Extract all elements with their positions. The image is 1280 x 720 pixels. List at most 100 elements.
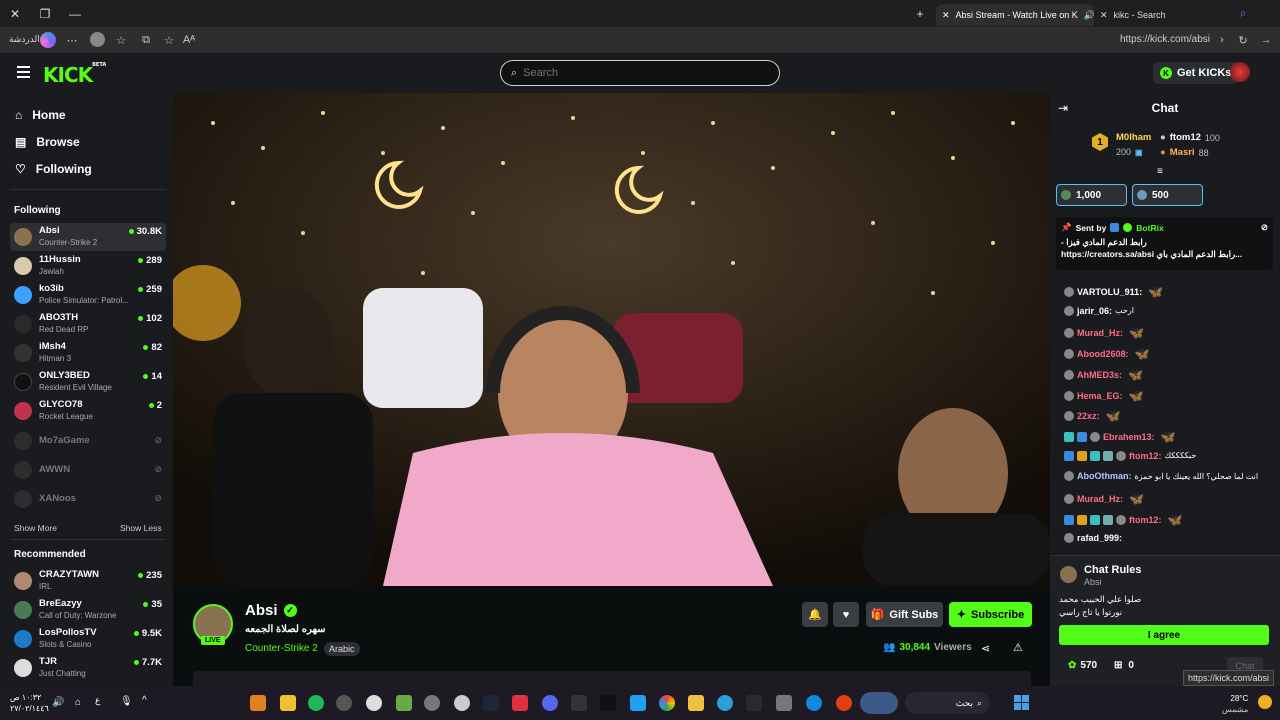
sidebar-channel-only3bed[interactable]: ONLY3BED Resident Evil Village 14 bbox=[10, 368, 166, 396]
back-icon[interactable]: → bbox=[1258, 32, 1274, 48]
chat-username[interactable]: AhMED3s: bbox=[1077, 370, 1122, 380]
sidebar-channel-ko3ib[interactable]: ko3ib Police Simulator: Patrol... 259 bbox=[10, 281, 166, 309]
search-tab-icon[interactable]: ⌕ bbox=[1228, 0, 1258, 27]
sidebar-channel-glyco78[interactable]: GLYCO78 Rocket League 2 bbox=[10, 397, 166, 425]
chat-message[interactable]: jarir_06: ارحب bbox=[1064, 305, 1134, 316]
settings-icon[interactable] bbox=[454, 695, 470, 711]
chatgpt-icon[interactable] bbox=[366, 695, 382, 711]
app-icon[interactable] bbox=[250, 695, 266, 711]
discord-icon[interactable] bbox=[542, 695, 558, 711]
app-icon[interactable] bbox=[336, 695, 352, 711]
network-icon[interactable]: ⌂ bbox=[75, 697, 81, 708]
show-less-link[interactable]: Show Less bbox=[120, 523, 162, 533]
input-language[interactable]: ع bbox=[95, 695, 100, 706]
app-icon[interactable] bbox=[746, 695, 762, 711]
file-explorer-icon[interactable] bbox=[688, 695, 704, 711]
chat-message[interactable]: Murad_Hz: 🦋 bbox=[1064, 326, 1144, 340]
chat-message[interactable]: ftom12: 🦋 bbox=[1064, 513, 1182, 527]
kicks-balance[interactable]: ✿ 570 bbox=[1068, 660, 1097, 671]
tab-absi-stream[interactable]: ✕ Absi Stream - Watch Live on K 🔊 K bbox=[936, 4, 1094, 26]
tray-expand-icon[interactable]: ^ bbox=[142, 695, 147, 706]
stream-category-link[interactable]: Counter-Strike 2 bbox=[245, 643, 318, 654]
chat-username[interactable]: AboOthman: bbox=[1077, 471, 1132, 481]
chat-username[interactable]: Hema_EG: bbox=[1077, 391, 1123, 401]
epic-games-icon[interactable] bbox=[571, 695, 587, 711]
notification-bell-button[interactable]: 🔔 bbox=[802, 602, 828, 627]
app-icon[interactable] bbox=[280, 695, 296, 711]
sidebar-channel-imsh4[interactable]: iMsh4 Hitman 3 82 bbox=[10, 339, 166, 367]
hamburger-menu-icon[interactable] bbox=[17, 66, 30, 78]
leaderboard-entry[interactable]: ● ftom12 100 bbox=[1160, 132, 1220, 143]
agree-button[interactable]: I agree bbox=[1059, 625, 1269, 645]
gift-count[interactable]: ⊞ 0 bbox=[1114, 660, 1134, 671]
chat-message[interactable]: 22xz: 🦋 bbox=[1064, 409, 1120, 423]
chat-username[interactable]: Ebrahem13: bbox=[1103, 432, 1155, 442]
spotify-icon[interactable] bbox=[308, 695, 324, 711]
chat-username[interactable]: Murad_Hz: bbox=[1077, 328, 1123, 338]
close-window-icon[interactable]: ✕ bbox=[0, 0, 30, 27]
app-icon[interactable] bbox=[836, 695, 852, 711]
leaderboard-entry[interactable]: ● Masri 88 bbox=[1160, 147, 1209, 158]
more-icon[interactable]: ⋯ bbox=[64, 32, 80, 48]
read-aloud-icon[interactable]: Aᴬ bbox=[181, 32, 197, 48]
sidebar-channel-lospollostv[interactable]: LosPollosTV Slots & Casino 9.5K bbox=[10, 625, 166, 653]
twitter-icon[interactable] bbox=[630, 695, 646, 711]
streamer-name[interactable]: Absi ✓ bbox=[245, 602, 297, 619]
edge-icon[interactable] bbox=[806, 695, 822, 711]
taskbar-clock[interactable]: ١٠:٣٢ ص ٢٧/٠٢/١٤٤٦ bbox=[10, 692, 49, 714]
expand-leaderboard-icon[interactable]: ≡ bbox=[1157, 166, 1163, 177]
telegram-icon[interactable] bbox=[717, 695, 733, 711]
kick-gift-pill[interactable]: 1,000 bbox=[1056, 184, 1127, 206]
chat-username[interactable]: ftom12: bbox=[1129, 515, 1162, 525]
volume-icon[interactable]: 🔊 bbox=[52, 697, 64, 708]
sidebar-channel-crazytawn[interactable]: CRAZYTAWN IRL 235 bbox=[10, 567, 166, 595]
sidebar-channel-breeazyy[interactable]: BreEazyy Call of Duty: Warzone 35 bbox=[10, 596, 166, 624]
app-icon[interactable] bbox=[396, 695, 412, 711]
chat-username[interactable]: Murad_Hz: bbox=[1077, 494, 1123, 504]
chat-message[interactable]: AboOthman: انت لما صحلي؟ الله يعينك يا اب… bbox=[1064, 471, 1258, 482]
share-icon[interactable]: ⋖ bbox=[981, 642, 990, 655]
chat-username[interactable]: jarir_06: bbox=[1077, 306, 1112, 316]
chat-username[interactable]: ftom12: bbox=[1129, 451, 1162, 461]
app-icon[interactable] bbox=[776, 695, 792, 711]
sidebar-channel-11hussin[interactable]: 11Hussin Jawlah 289 bbox=[10, 252, 166, 280]
steam-icon[interactable] bbox=[483, 695, 499, 711]
subscribe-button[interactable]: ✦ Subscribe bbox=[949, 602, 1032, 627]
widgets-icon[interactable] bbox=[860, 692, 898, 714]
tab-close-icon[interactable]: ✕ bbox=[942, 10, 950, 21]
kick-logo[interactable]: KICKBETA bbox=[43, 62, 106, 87]
nav-home[interactable]: ⌂ Home bbox=[15, 108, 66, 122]
chat-message[interactable]: Hema_EG: 🦋 bbox=[1064, 389, 1143, 403]
chrome-icon[interactable] bbox=[659, 695, 675, 711]
follow-button[interactable]: ♥ bbox=[833, 602, 859, 627]
tiktok-icon[interactable] bbox=[600, 695, 616, 711]
add-favorite-icon[interactable]: ☆ bbox=[161, 32, 177, 48]
app-icon[interactable] bbox=[424, 695, 440, 711]
language-tag[interactable]: Arabic bbox=[324, 642, 360, 656]
tab-kikc-search[interactable]: ✕ kikc - Search bbox=[1094, 4, 1244, 26]
sidebar-channel-tjr[interactable]: TJR Just Chatting 7.7K bbox=[10, 654, 166, 682]
chat-message[interactable]: Murad_Hz: 🦋 bbox=[1064, 492, 1144, 506]
show-more-link[interactable]: Show More bbox=[14, 523, 57, 533]
leaderboard-name[interactable]: M0lham bbox=[1116, 132, 1151, 143]
chat-message[interactable]: ftom12: حبككككك bbox=[1064, 450, 1196, 461]
favorites-icon[interactable]: ☆ bbox=[113, 32, 129, 48]
microphone-icon[interactable]: 🎙 bbox=[120, 696, 133, 707]
pinned-message[interactable]: 📌 Sent by BotRix ⊘ - رابط الدعم المادي ف… bbox=[1056, 217, 1273, 270]
sidebar-channel-awwn[interactable]: AWWN ⊘ bbox=[10, 456, 166, 484]
chat-message[interactable]: Ebrahem13: 🦋 bbox=[1064, 430, 1175, 444]
nav-browse[interactable]: ▤ Browse bbox=[15, 135, 80, 149]
get-kicks-button[interactable]: K Get KICKs bbox=[1153, 62, 1239, 84]
chat-message[interactable]: Abood2608: 🦋 bbox=[1064, 347, 1149, 361]
user-avatar[interactable] bbox=[1230, 62, 1250, 82]
search-input[interactable] bbox=[523, 67, 744, 79]
profile-label[interactable]: الدردشة bbox=[9, 34, 40, 45]
forward-icon[interactable]: › bbox=[1214, 32, 1230, 48]
refresh-icon[interactable]: ↻ bbox=[1235, 32, 1251, 48]
app-icon[interactable] bbox=[512, 695, 528, 711]
chat-username[interactable]: Abood2608: bbox=[1077, 349, 1129, 359]
minimize-window-icon[interactable]: — bbox=[60, 0, 90, 27]
video-player[interactable] bbox=[173, 93, 1050, 586]
sidebar-channel-absi[interactable]: Absi Counter-Strike 2 30.8K bbox=[10, 223, 166, 251]
kick-gift-pill[interactable]: 500 bbox=[1132, 184, 1203, 206]
